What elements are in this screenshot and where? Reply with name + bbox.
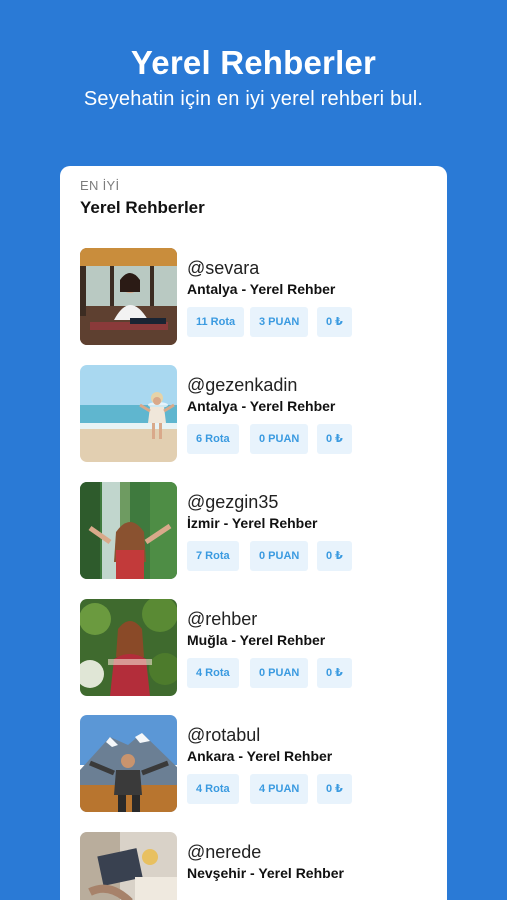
section-kicker: EN İYİ (80, 178, 120, 193)
page-subtitle: Seyehatin için en iyi yerel rehberi bul. (83, 88, 424, 110)
guide-handle[interactable]: @nerede (187, 842, 261, 863)
guide-photo[interactable] (80, 365, 177, 462)
guide-item[interactable]: @sevara Antalya - Yerel Rehber 11 Rota 3… (80, 248, 430, 346)
guide-photo[interactable] (80, 248, 177, 345)
price-badge: 0 ₺ (317, 424, 352, 454)
guide-item[interactable]: @rehber Muğla - Yerel Rehber 4 Rota 0 PU… (80, 599, 430, 697)
guide-photo[interactable] (80, 599, 177, 696)
guide-item[interactable]: @nerede Nevşehir - Yerel Rehber (80, 832, 430, 900)
price-badge: 0 ₺ (317, 541, 352, 571)
guide-location: Ankara - Yerel Rehber (187, 748, 333, 764)
guide-location: Muğla - Yerel Rehber (187, 632, 326, 648)
guide-photo[interactable] (80, 715, 177, 812)
guide-item[interactable]: @gezenkadin Antalya - Yerel Rehber 6 Rot… (80, 365, 430, 463)
guide-location: Nevşehir - Yerel Rehber (187, 865, 344, 881)
price-badge: 0 ₺ (317, 774, 352, 804)
routes-badge: 6 Rota (187, 424, 239, 454)
guide-handle[interactable]: @gezgin35 (187, 492, 278, 513)
price-badge: 0 ₺ (317, 658, 352, 688)
guide-handle[interactable]: @rehber (187, 609, 257, 630)
guide-photo[interactable] (80, 832, 177, 900)
routes-badge: 11 Rota (187, 307, 245, 337)
points-badge: 0 PUAN (250, 541, 309, 571)
points-badge: 3 PUAN (250, 307, 309, 337)
points-badge: 0 PUAN (250, 424, 309, 454)
guide-location: İzmir - Yerel Rehber (187, 515, 318, 531)
guide-location: Antalya - Yerel Rehber (187, 281, 336, 297)
routes-badge: 7 Rota (187, 541, 239, 571)
guide-handle[interactable]: @sevara (187, 258, 259, 279)
section-title: Yerel Rehberler (80, 198, 205, 217)
guides-card: EN İYİ Yerel Rehberler @sevara Antalya -… (60, 166, 447, 900)
points-badge: 4 PUAN (250, 774, 309, 804)
header: Yerel Rehberler Seyehatin için en iyi ye… (0, 0, 507, 160)
price-badge: 0 ₺ (317, 307, 352, 337)
guide-handle[interactable]: @gezenkadin (187, 375, 297, 396)
page-title: Yerel Rehberler (130, 44, 377, 81)
routes-badge: 4 Rota (187, 774, 239, 804)
points-badge: 0 PUAN (250, 658, 309, 688)
guide-item[interactable]: @rotabul Ankara - Yerel Rehber 4 Rota 4 … (80, 715, 430, 813)
routes-badge: 4 Rota (187, 658, 239, 688)
guide-photo[interactable] (80, 482, 177, 579)
guide-location: Antalya - Yerel Rehber (187, 398, 336, 414)
guide-item[interactable]: @gezgin35 İzmir - Yerel Rehber 7 Rota 0 … (80, 482, 430, 580)
guide-handle[interactable]: @rotabul (187, 725, 260, 746)
